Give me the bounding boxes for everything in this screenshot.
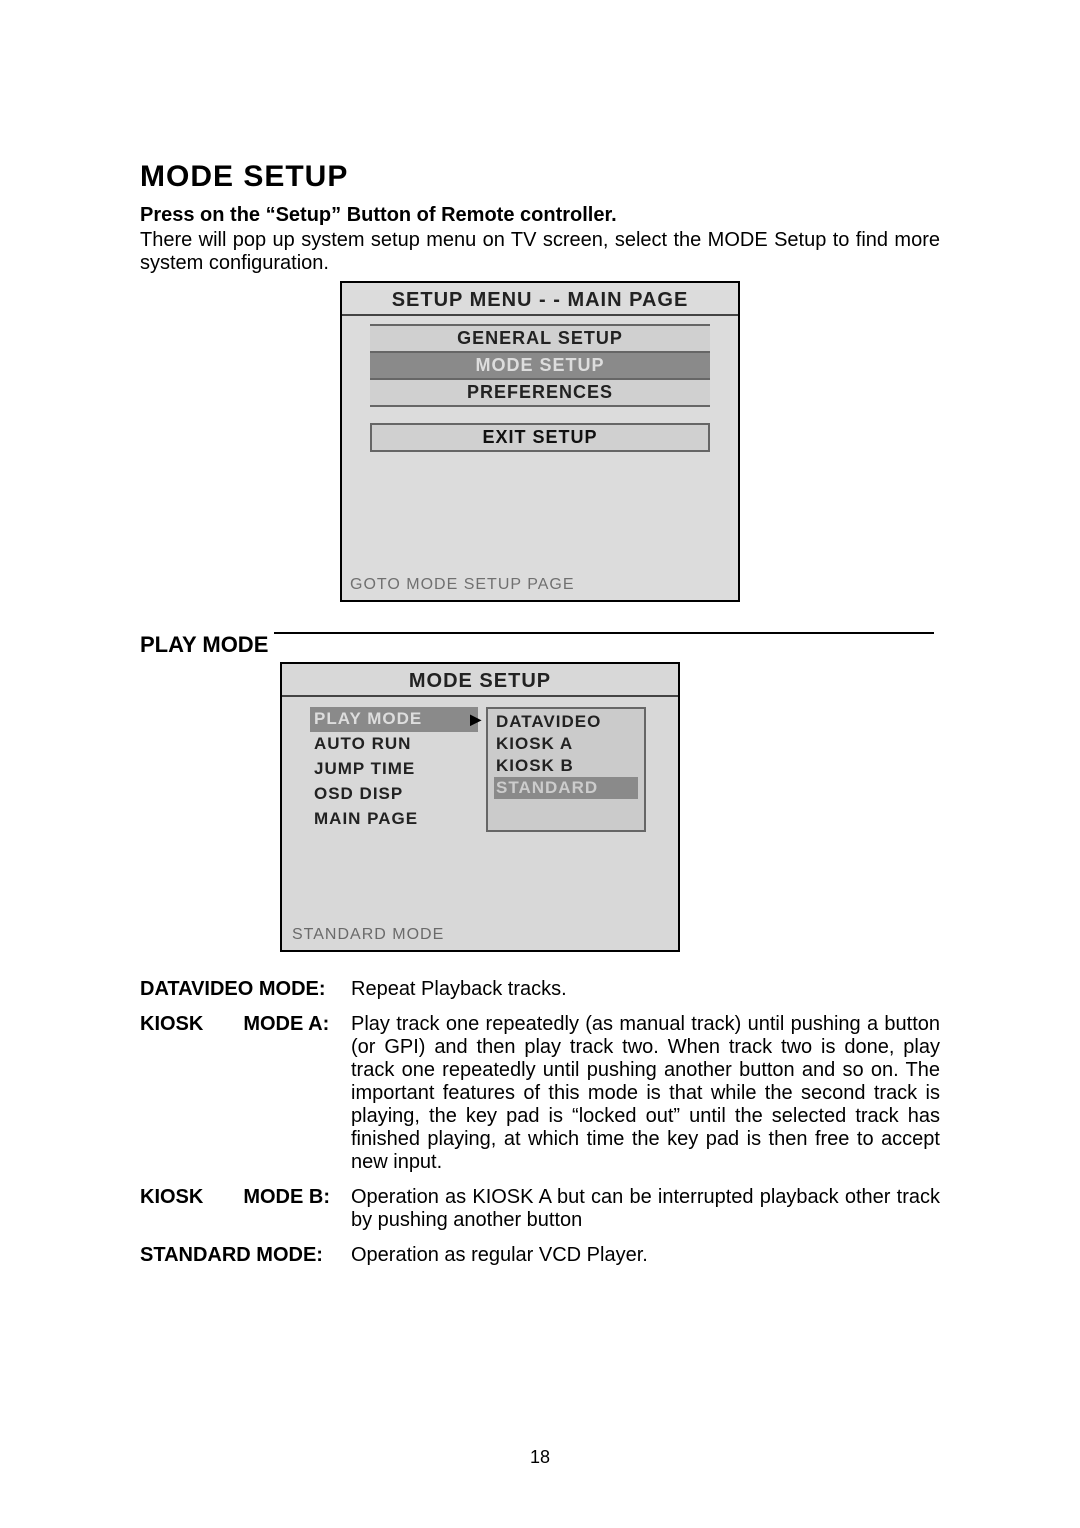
osd-mode-setup-screenshot: MODE SETUP PLAY MODE ▶ AUTO RUN JUMP TIM… bbox=[280, 662, 680, 952]
triangle-right-icon: ▶ bbox=[470, 711, 482, 728]
osd2-right-item-kiosk-b: KIOSK B bbox=[494, 755, 638, 777]
osd2-right-item-kiosk-a: KIOSK A bbox=[494, 733, 638, 755]
page-title: MODE SETUP bbox=[140, 160, 940, 194]
osd2-left-item-label: PLAY MODE bbox=[314, 709, 422, 729]
osd2-left-item-jump-time: JUMP TIME bbox=[310, 757, 478, 782]
osd2-footnote: STANDARD MODE bbox=[282, 922, 678, 950]
table-row: STANDARD MODE: Operation as regular VCD … bbox=[140, 1238, 940, 1273]
page-number: 18 bbox=[0, 1447, 1080, 1468]
osd2-left-column: PLAY MODE ▶ AUTO RUN JUMP TIME OSD DISP … bbox=[310, 707, 478, 832]
instruction-body: There will pop up system setup menu on T… bbox=[140, 229, 940, 275]
osd-menu-item-general-setup: GENERAL SETUP bbox=[370, 324, 711, 353]
osd2-left-item-osd-disp: OSD DISP bbox=[310, 782, 478, 807]
osd-menu-item-exit-setup: EXIT SETUP bbox=[370, 423, 711, 452]
osd2-right-item-datavideo: DATAVIDEO bbox=[494, 711, 638, 733]
def-desc-kiosk-b: Operation as KIOSK A but can be interrup… bbox=[351, 1180, 940, 1238]
osd-menu-item-mode-setup: MODE SETUP bbox=[370, 351, 711, 380]
osd-footnote: GOTO MODE SETUP PAGE bbox=[342, 572, 738, 600]
osd2-left-item-play-mode: PLAY MODE ▶ bbox=[310, 707, 478, 732]
def-label-standard: STANDARD MODE: bbox=[140, 1238, 351, 1273]
osd-main-page-screenshot: SETUP MENU - - MAIN PAGE GENERAL SETUP M… bbox=[340, 281, 740, 602]
osd2-left-item-main-page: MAIN PAGE bbox=[310, 807, 478, 832]
table-row: DATAVIDEO MODE: Repeat Playback tracks. bbox=[140, 972, 940, 1007]
osd-title: SETUP MENU - - MAIN PAGE bbox=[342, 283, 738, 316]
osd2-left-item-auto-run: AUTO RUN bbox=[310, 732, 478, 757]
table-row: KIOSK MODE B: Operation as KIOSK A but c… bbox=[140, 1180, 940, 1238]
def-label-datavideo: DATAVIDEO MODE: bbox=[140, 972, 351, 1007]
play-mode-heading-row: PLAY MODE bbox=[140, 632, 940, 658]
osd2-right-item-standard: STANDARD bbox=[494, 777, 638, 799]
manual-page: MODE SETUP Press on the “Setup” Button o… bbox=[0, 0, 1080, 1528]
def-label-kiosk-a: KIOSK MODE A: bbox=[140, 1007, 351, 1180]
horizontal-rule bbox=[274, 632, 934, 634]
osd-menu-list: GENERAL SETUP MODE SETUP PREFERENCES EXI… bbox=[370, 324, 711, 452]
osd-menu-item-preferences: PREFERENCES bbox=[370, 378, 711, 407]
def-desc-kiosk-a: Play track one repeatedly (as manual tra… bbox=[351, 1007, 940, 1180]
mode-definitions-table: DATAVIDEO MODE: Repeat Playback tracks. … bbox=[140, 972, 940, 1273]
def-desc-datavideo: Repeat Playback tracks. bbox=[351, 972, 940, 1007]
play-mode-heading: PLAY MODE bbox=[140, 632, 268, 658]
osd2-title: MODE SETUP bbox=[282, 664, 678, 697]
def-desc-standard: Operation as regular VCD Player. bbox=[351, 1238, 940, 1273]
def-label-kiosk-b: KIOSK MODE B: bbox=[140, 1180, 351, 1238]
instruction-bold: Press on the “Setup” Button of Remote co… bbox=[140, 204, 940, 227]
table-row: KIOSK MODE A: Play track one repeatedly … bbox=[140, 1007, 940, 1180]
osd2-right-column: DATAVIDEO KIOSK A KIOSK B STANDARD bbox=[486, 707, 646, 832]
